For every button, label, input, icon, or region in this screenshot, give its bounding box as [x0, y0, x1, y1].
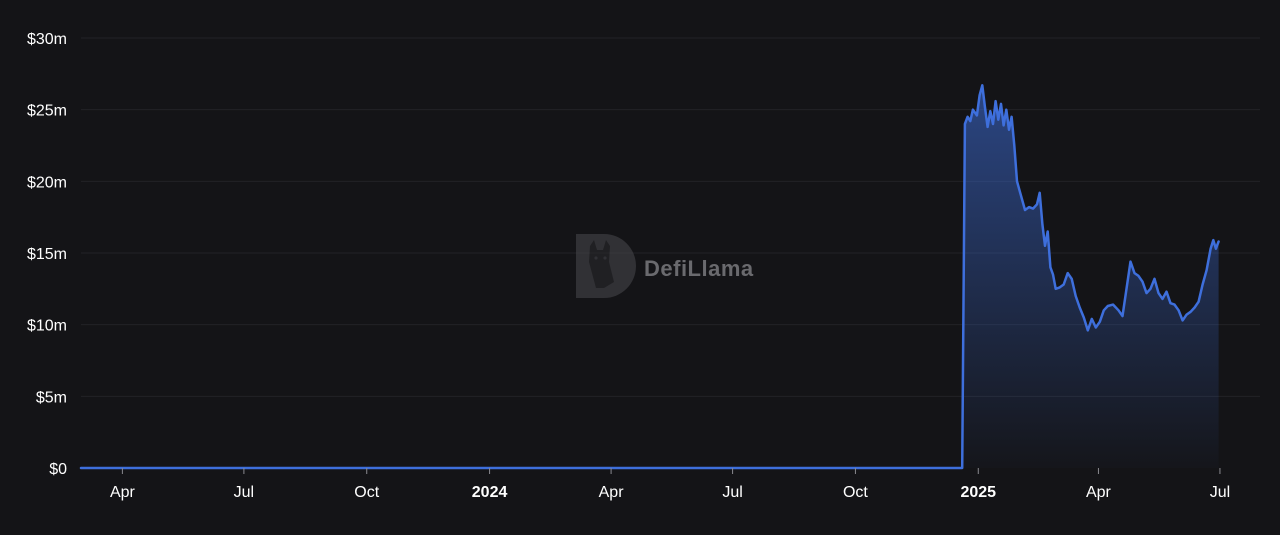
y-tick-label: $15m [27, 246, 67, 263]
x-tick-label: 2025 [960, 484, 996, 501]
x-tick-label: Oct [354, 484, 379, 501]
y-tick-label: $10m [27, 318, 67, 335]
x-tick-label: 2024 [472, 484, 508, 501]
y-tick-label: $20m [27, 174, 67, 191]
x-axis-ticks: Apr Jul Oct 2024 Apr Jul Oct 2025 Apr Jul [110, 468, 1230, 501]
x-tick-label: Apr [1086, 484, 1112, 501]
x-tick-label: Oct [843, 484, 868, 501]
y-tick-label: $5m [36, 389, 67, 406]
x-tick-label: Jul [234, 484, 254, 501]
x-tick-label: Jul [722, 484, 742, 501]
y-tick-label: $30m [27, 31, 67, 48]
y-axis-ticks: $0 $5m $10m $15m $20m $25m $30m [27, 31, 67, 478]
x-tick-label: Apr [599, 484, 625, 501]
x-tick-label: Apr [110, 484, 136, 501]
llama-logo-icon [576, 234, 636, 298]
y-tick-label: $0 [49, 461, 67, 478]
y-tick-label: $25m [27, 103, 67, 120]
watermark-text: DefiLlama [644, 256, 754, 281]
x-tick-label: Jul [1210, 484, 1230, 501]
watermark: DefiLlama [576, 234, 754, 298]
tvl-chart: DefiLlama $0 $5m $10m $15m $20m $25m $30m Apr J… [0, 0, 1280, 530]
chart-svg: DefiLlama $0 $5m $10m $15m $20m $25m $30m Apr J… [27, 31, 1260, 501]
